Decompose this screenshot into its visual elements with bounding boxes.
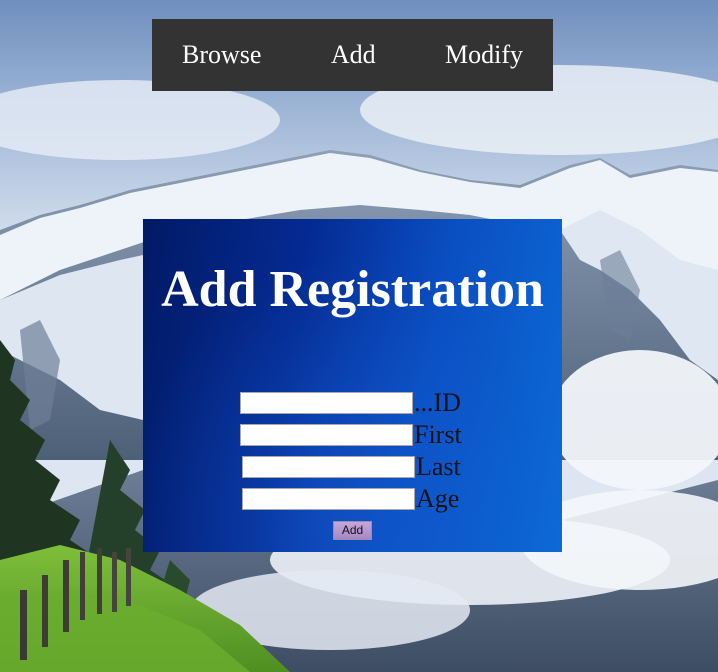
first-name-label: First [414, 420, 462, 449]
add-submit-button[interactable]: Add [333, 521, 372, 540]
nav-add-link[interactable]: Add [331, 19, 376, 91]
first-field-row: First [240, 422, 462, 448]
last-name-label: Last [416, 452, 461, 481]
id-input[interactable] [240, 392, 413, 414]
last-field-row: Last [242, 454, 461, 480]
age-input[interactable] [242, 488, 415, 510]
age-label: Age [416, 484, 460, 513]
form-title: Add Registration [161, 261, 544, 318]
nav-modify-link[interactable]: Modify [445, 19, 523, 91]
id-label: ...ID [414, 388, 461, 417]
registration-panel: Add Registration ...ID First Last Age Ad… [143, 219, 562, 552]
age-field-row: Age [242, 486, 459, 512]
id-field-row: ...ID [240, 390, 461, 416]
top-navigation: Browse Add Modify [152, 19, 553, 91]
first-name-input[interactable] [240, 424, 413, 446]
last-name-input[interactable] [242, 456, 415, 478]
nav-browse-link[interactable]: Browse [182, 19, 261, 91]
